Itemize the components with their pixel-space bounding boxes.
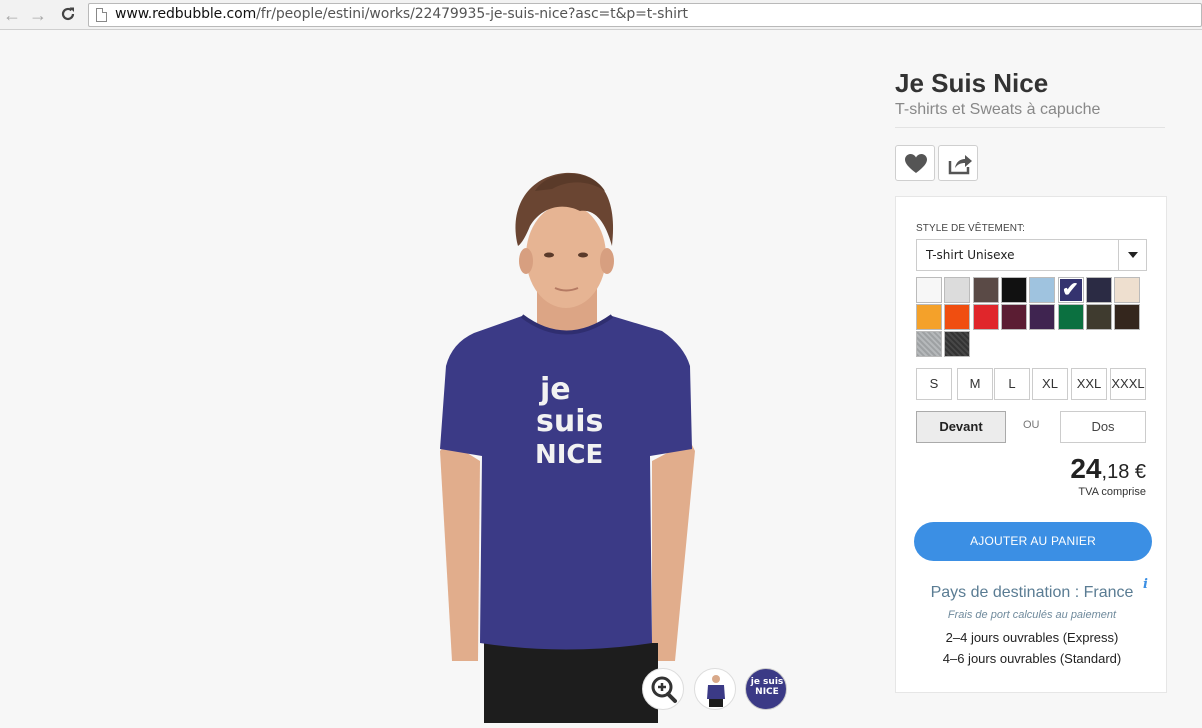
- color-swatch[interactable]: [1029, 277, 1055, 303]
- price-decimal: ,18 €: [1101, 461, 1146, 483]
- color-swatch[interactable]: [944, 331, 970, 357]
- price: 24,18 €: [1070, 453, 1146, 485]
- back-arrow-icon[interactable]: ←: [2, 5, 22, 25]
- address-bar[interactable]: www.redbubble.com/fr/people/estini/works…: [88, 3, 1202, 27]
- color-swatch[interactable]: [916, 331, 942, 357]
- color-swatch[interactable]: [1001, 304, 1027, 330]
- color-swatch[interactable]: [1086, 277, 1112, 303]
- price-integer: 24: [1070, 453, 1102, 484]
- tax-note: TVA comprise: [1078, 486, 1146, 498]
- page-icon: [96, 8, 107, 22]
- product-image[interactable]: je suis NICE: [0, 31, 880, 723]
- color-swatch[interactable]: [944, 304, 970, 330]
- product-subtitle[interactable]: T-shirts et Sweats à capuche: [895, 101, 1100, 119]
- zoom-in-button[interactable]: [642, 668, 684, 710]
- color-swatch[interactable]: [1058, 304, 1084, 330]
- size-xxxl[interactable]: XXXL: [1110, 368, 1146, 400]
- thumbnail-design-text: je suis NICE: [750, 677, 784, 697]
- color-swatch[interactable]: [1114, 304, 1140, 330]
- share-icon: [948, 155, 972, 175]
- shipping-standard: 4–6 jours ouvrables (Standard): [942, 651, 1122, 666]
- thumbnail-front-view[interactable]: [694, 668, 736, 710]
- url-text[interactable]: www.redbubble.com/fr/people/estini/works…: [115, 6, 688, 22]
- info-icon[interactable]: i: [1143, 577, 1148, 592]
- style-select[interactable]: T-shirt Unisexe: [916, 239, 1147, 271]
- color-swatch[interactable]: [1029, 304, 1055, 330]
- zoom-in-icon: [651, 676, 677, 703]
- color-swatch[interactable]: [916, 304, 942, 330]
- add-to-cart-button[interactable]: AJOUTER AU PANIER: [914, 522, 1152, 561]
- color-swatch[interactable]: [916, 277, 942, 303]
- color-swatch[interactable]: [1001, 277, 1027, 303]
- browser-toolbar: ← → www.redbubble.com/fr/people/estini/w…: [0, 0, 1202, 30]
- divider: [895, 127, 1165, 128]
- shipping-express: 2–4 jours ouvrables (Express): [945, 630, 1119, 645]
- checkmark-icon: ✔: [1062, 279, 1079, 301]
- destination-country[interactable]: Pays de destination : France: [896, 584, 1168, 602]
- color-swatch[interactable]: ✔: [1058, 277, 1084, 303]
- shirt-print-line-1: je: [539, 372, 571, 407]
- color-swatch[interactable]: [973, 277, 999, 303]
- share-button[interactable]: [938, 145, 978, 181]
- shipping-note: Frais de port calculés au paiement: [947, 609, 1117, 621]
- size-xl[interactable]: XL: [1032, 368, 1068, 400]
- color-swatch[interactable]: [973, 304, 999, 330]
- shirt-print-line-3: NICE: [535, 440, 603, 470]
- size-m[interactable]: M: [957, 368, 993, 400]
- heart-icon: [905, 154, 927, 173]
- forward-arrow-icon[interactable]: →: [28, 5, 48, 25]
- caret-down-icon[interactable]: [1118, 240, 1146, 270]
- style-label: STYLE DE VÊTEMENT:: [916, 223, 1026, 234]
- product-title: Je Suis Nice: [895, 68, 1049, 98]
- view-or-label: OU: [1023, 419, 1040, 431]
- reload-icon[interactable]: [58, 5, 78, 25]
- size-xxl[interactable]: XXL: [1071, 368, 1107, 400]
- size-l[interactable]: L: [994, 368, 1030, 400]
- color-swatch[interactable]: [1114, 277, 1140, 303]
- style-select-value: T-shirt Unisexe: [926, 248, 1015, 262]
- view-front-button[interactable]: Devant: [916, 411, 1006, 443]
- view-back-button[interactable]: Dos: [1060, 411, 1146, 443]
- thumbnail-design[interactable]: je suis NICE: [745, 668, 787, 710]
- favorite-button[interactable]: [895, 145, 935, 181]
- product-options-panel: STYLE DE VÊTEMENT: T-shirt Unisexe ✔ S M…: [895, 196, 1167, 693]
- size-s[interactable]: S: [916, 368, 952, 400]
- shirt-print-line-2: suis: [536, 404, 603, 439]
- color-swatch[interactable]: [1086, 304, 1112, 330]
- color-swatch[interactable]: [944, 277, 970, 303]
